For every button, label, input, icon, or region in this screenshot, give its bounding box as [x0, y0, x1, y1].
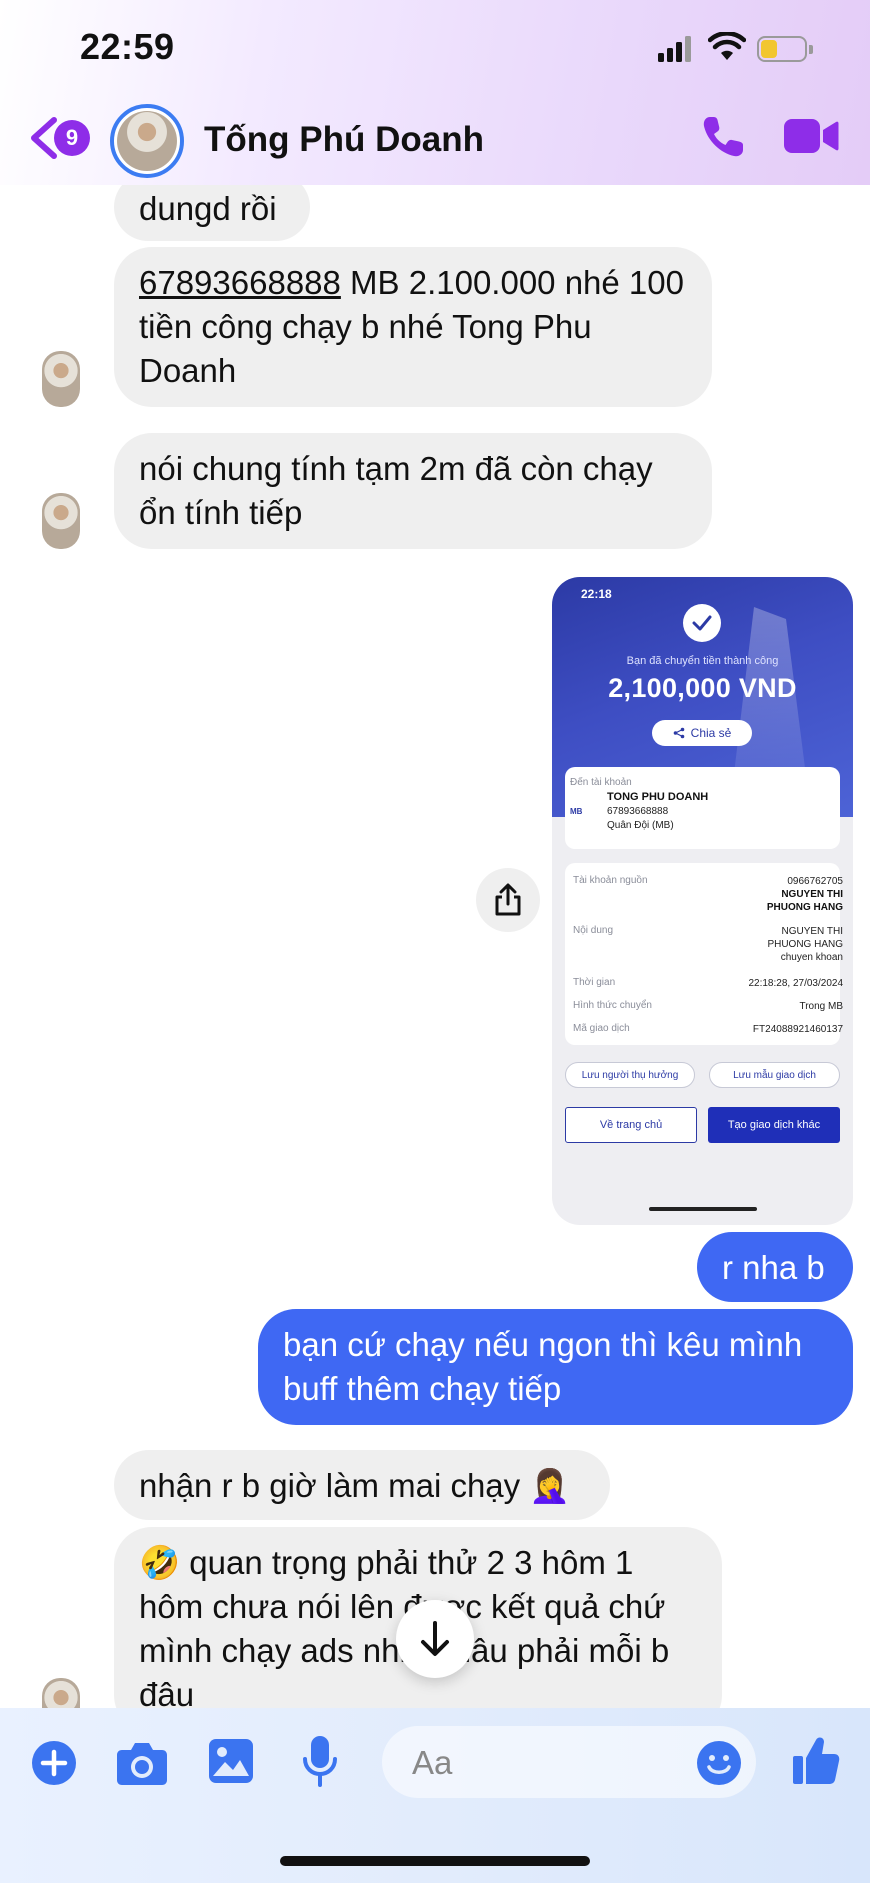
back-button[interactable]: 9 [24, 114, 94, 162]
battery-icon [757, 36, 813, 62]
method-label: Hình thức chuyển [573, 1000, 652, 1011]
receipt-share-button: Chia sẻ [652, 720, 752, 746]
to-account-label: Đến tài khoản [570, 777, 632, 788]
detail-row-method: Hình thức chuyển Trong MB [573, 1000, 843, 1014]
chat-header: 9 Tống Phú Doanh [0, 100, 870, 185]
message-bubble-incoming[interactable]: nói chung tính tạm 2m đã còn chạy ổn tín… [114, 433, 712, 549]
save-beneficiary-label: Lưu người thụ hưởng [581, 1069, 679, 1081]
sender-avatar[interactable] [42, 351, 80, 407]
detail-row-transaction-id: Mã giao dịch FT24088921460137 [573, 1023, 843, 1037]
scroll-to-bottom-button[interactable] [396, 1600, 474, 1678]
recipient-bank: Quân Đội (MB) [607, 820, 674, 831]
microphone-icon[interactable] [302, 1735, 338, 1787]
message-bubble-outgoing[interactable]: r nha b [697, 1232, 853, 1302]
plus-icon[interactable] [31, 1740, 77, 1786]
message-bubble-outgoing[interactable]: bạn cứ chạy nếu ngon thì kêu mình buff t… [258, 1309, 853, 1425]
content-line2: PHUONG HANG [767, 939, 843, 950]
detail-row-time: Thời gian 22:18:28, 27/03/2024 [573, 977, 843, 991]
source-label: Tài khoản nguồn [573, 875, 648, 886]
receipt-home-indicator [649, 1207, 757, 1211]
content-line1: NGUYEN THI [781, 926, 844, 937]
status-time: 22:59 [80, 26, 175, 67]
account-number-link[interactable]: 67893668888 [139, 264, 341, 301]
arrow-down-icon [421, 1621, 449, 1656]
message-text: bạn cứ chạy nếu ngon thì kêu mình buff t… [283, 1326, 803, 1407]
video-call-icon[interactable] [783, 116, 839, 156]
receipt-home-button: Về trang chủ [565, 1107, 697, 1143]
receipt-share-label: Chia sẻ [690, 726, 732, 740]
save-beneficiary-pill: Lưu người thụ hưởng [565, 1062, 695, 1088]
home-indicator [280, 1856, 590, 1866]
share-nodes-icon [673, 727, 684, 739]
source-name-line1: NGUYEN THI [781, 889, 843, 900]
mb-bank-logo: MB [570, 807, 583, 816]
camera-icon[interactable] [116, 1740, 168, 1786]
receipt-success-text: Bạn đã chuyển tiền thành công [626, 655, 779, 667]
content-label: Nội dung [573, 925, 614, 936]
source-name-line2: PHUONG HANG [766, 902, 843, 913]
contact-name[interactable]: Tống Phú Doanh [204, 120, 484, 160]
unread-count-badge: 9 [54, 120, 90, 156]
message-bubble-incoming[interactable]: dungd rồi [114, 185, 310, 241]
phone-call-icon[interactable] [700, 114, 746, 160]
share-icon [495, 883, 521, 916]
message-list[interactable]: dungd rồi 67893668888 MB 2.100.000 nhé 1… [0, 185, 870, 1708]
detail-row-source: Tài khoản nguồn 0966762705 NGUYEN THI PHUO… [573, 875, 843, 915]
method-value: Trong MB [799, 1001, 843, 1012]
source-account: 0966762705 [787, 876, 843, 887]
status-bar: 22:59 [0, 0, 870, 100]
recipient-card: Đến tài khoản MB TONG PHU DOANH 67893668… [565, 767, 840, 849]
transaction-id-value: FT24088921460137 [752, 1024, 843, 1035]
message-bubble-incoming[interactable]: nhận r b giờ làm mai chạy 🤦‍♀️ [114, 1450, 610, 1520]
share-image-button[interactable] [476, 868, 540, 932]
save-template-pill: Lưu mẫu giao dịch [709, 1062, 840, 1088]
transfer-receipt-image[interactable]: 22:18 Bạn đã chuyển tiền thành công 2,10… [552, 577, 853, 1225]
success-check-icon [683, 604, 721, 642]
detail-row-content: Nội dung NGUYEN THI PHUONG HANG chuyen kho… [573, 925, 843, 965]
emoji-smile-icon[interactable] [696, 1740, 742, 1786]
receipt-new-transaction-label: Tạo giao dịch khác [727, 1119, 821, 1131]
receipt-status-time: 22:18 [581, 587, 612, 601]
content-line3: chuyen khoan [780, 952, 843, 963]
receipt-home-label: Về trang chủ [599, 1119, 663, 1131]
gallery-image-icon[interactable] [208, 1738, 254, 1784]
recipient-account: 67893668888 [607, 806, 669, 817]
cellular-signal-icon [658, 36, 691, 62]
transaction-id-label: Mã giao dịch [573, 1023, 630, 1034]
sender-avatar[interactable] [42, 1678, 80, 1708]
receipt-new-transaction-button: Tạo giao dịch khác [708, 1107, 840, 1143]
transaction-details-card: Tài khoản nguồn 0966762705 NGUYEN THI PHUO… [565, 863, 843, 1045]
sender-avatar[interactable] [42, 493, 80, 549]
recipient-name: TONG PHU DOANH [607, 791, 709, 803]
thumbs-up-icon[interactable] [792, 1734, 840, 1786]
time-label: Thời gian [573, 977, 616, 988]
contact-avatar[interactable] [110, 104, 184, 178]
message-text: nhận r b giờ làm mai chạy 🤦‍♀️ [139, 1467, 571, 1504]
message-input-placeholder: Aa [412, 1744, 453, 1781]
message-text: nói chung tính tạm 2m đã còn chạy ổn tín… [139, 450, 653, 531]
receipt-amount: 2,100,000 VND [608, 673, 797, 703]
time-value: 22:18:28, 27/03/2024 [748, 978, 843, 989]
wifi-icon [708, 32, 746, 60]
message-bubble-incoming[interactable]: 67893668888 MB 2.100.000 nhé 100 tiền cô… [114, 247, 712, 407]
save-template-label: Lưu mẫu giao dịch [733, 1069, 816, 1081]
message-text: dungd rồi [139, 190, 277, 227]
message-text: r nha b [722, 1249, 825, 1286]
